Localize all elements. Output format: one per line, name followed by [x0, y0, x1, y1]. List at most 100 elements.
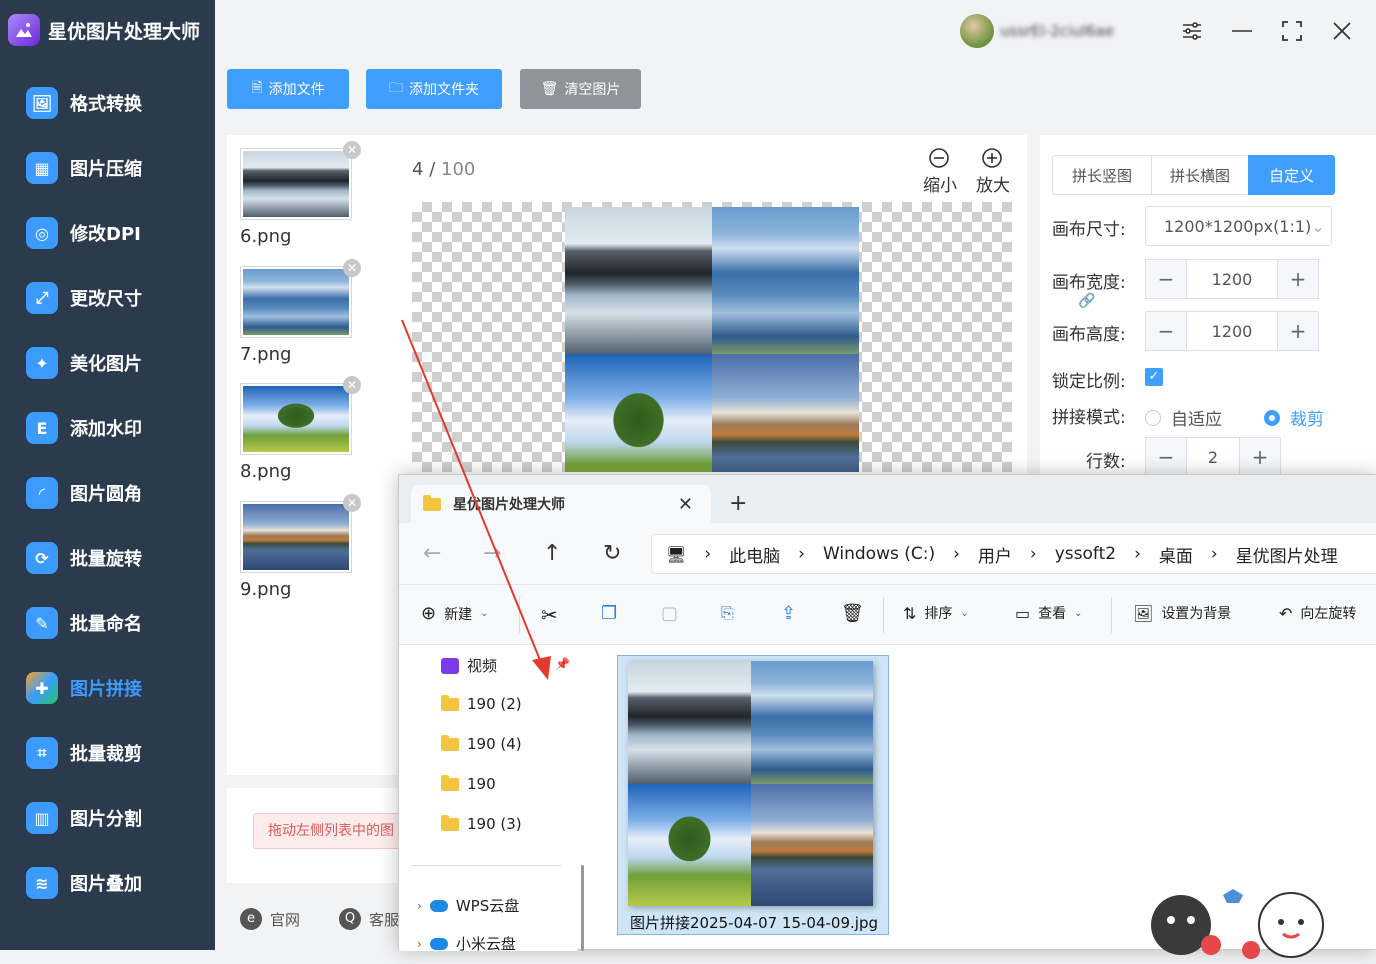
minimize-icon[interactable] — [1227, 16, 1257, 46]
new-tab-icon[interactable]: + — [729, 491, 747, 516]
forward-arrow-icon[interactable]: → — [483, 541, 501, 566]
sidebar-item-10[interactable]: ⌗ 批量裁剪 — [0, 728, 215, 778]
breadcrumb-item[interactable]: 用户 — [978, 542, 1012, 567]
refresh-icon[interactable]: ↻ — [603, 541, 621, 566]
share-icon[interactable]: ⇪ — [781, 603, 796, 624]
file-item-selected[interactable]: 图片拼接2025-04-07 15-04-09.jpg — [617, 655, 889, 935]
height-stepper[interactable]: − 1200 + — [1145, 311, 1319, 351]
mode-horizontal[interactable]: 拼长横图 — [1151, 155, 1249, 195]
mode-vertical[interactable]: 拼长竖图 — [1052, 155, 1152, 195]
tree-item-video[interactable]: 视频 — [441, 655, 497, 676]
explorer-tab[interactable]: 星优图片处理大师 ✕ — [411, 485, 711, 523]
rows-stepper[interactable]: − 2 + — [1145, 437, 1281, 477]
page-separator: / — [429, 159, 436, 180]
cut-icon[interactable]: ✂ — [541, 603, 558, 627]
increase-button[interactable]: + — [1278, 312, 1318, 350]
customer-service-link[interactable]: Q 客服 — [339, 908, 399, 930]
sidebar-item-5[interactable]: E 添加水印 — [0, 403, 215, 453]
folder-icon — [441, 814, 459, 831]
radio-adaptive[interactable]: 自适应 — [1145, 405, 1222, 430]
sidebar-item-12[interactable]: ≋ 图片叠加 — [0, 858, 215, 908]
close-icon[interactable] — [1327, 16, 1357, 46]
remove-icon[interactable]: ✕ — [343, 141, 361, 159]
tree-item-wps[interactable]: › WPS云盘 — [417, 895, 519, 916]
canvas-size-select[interactable]: 1200*1200px(1:1) ⌄ — [1145, 206, 1332, 246]
mascot-illustration — [1141, 880, 1371, 960]
decrease-button[interactable]: − — [1146, 260, 1186, 298]
zoom-out-button[interactable]: 缩小 — [923, 147, 957, 196]
sidebar-item-7[interactable]: ⟳ 批量旋转 — [0, 533, 215, 583]
close-tab-icon[interactable]: ✕ — [678, 494, 693, 515]
tree-item-folder[interactable]: 190 (4) — [441, 734, 522, 753]
sidebar-item-9[interactable]: ✚ 图片拼接 — [0, 663, 215, 713]
rename-icon[interactable]: ⎘ — [721, 603, 734, 623]
copy-icon[interactable]: ❐ — [601, 603, 617, 624]
pin-icon[interactable]: 📌 — [555, 657, 570, 671]
breadcrumb-item[interactable]: 桌面 — [1159, 542, 1193, 567]
breadcrumb-item[interactable]: 此电脑 — [729, 542, 780, 567]
list-item[interactable]: ✕ 6.png — [240, 141, 361, 247]
sidebar-item-2[interactable]: ◎ 修改DPI — [0, 208, 215, 258]
sidebar-item-0[interactable]: 🖼 格式转换 — [0, 78, 215, 128]
tree-item-mi-cloud[interactable]: › 小米云盘 — [417, 933, 516, 954]
breadcrumb[interactable]: 🖥 › 此电脑 › Windows (C:) › 用户 › yssoft2 › 桌面 › 星… — [651, 534, 1376, 574]
link-icon[interactable]: 🔗 — [1078, 293, 1095, 309]
increase-button[interactable]: + — [1240, 438, 1280, 476]
rows-input[interactable]: 2 — [1186, 438, 1240, 476]
sidebar-item-4[interactable]: ✦ 美化图片 — [0, 338, 215, 388]
back-arrow-icon[interactable]: ← — [423, 541, 441, 566]
remove-icon[interactable]: ✕ — [343, 376, 361, 394]
official-site-link[interactable]: e 官网 — [240, 908, 300, 930]
wallpaper-icon: 🖼 — [1133, 603, 1154, 623]
increase-button[interactable]: + — [1278, 260, 1318, 298]
list-item[interactable]: ✕ 8.png — [240, 376, 361, 482]
tree-item-folder[interactable]: 190 (2) — [441, 694, 522, 713]
folder-icon — [423, 494, 441, 511]
decrease-button[interactable]: − — [1146, 312, 1186, 350]
radio-crop[interactable]: 裁剪 — [1264, 405, 1324, 430]
sidebar-item-1[interactable]: ▦ 图片压缩 — [0, 143, 215, 193]
list-item[interactable]: ✕ 9.png — [240, 494, 361, 600]
tab-title: 星优图片处理大师 — [453, 497, 565, 513]
width-stepper[interactable]: − 1200 + — [1145, 259, 1319, 299]
decrease-button[interactable]: − — [1146, 438, 1186, 476]
sidebar-item-11[interactable]: ▥ 图片分割 — [0, 793, 215, 843]
view-label: 查看 — [1038, 606, 1067, 622]
breadcrumb-item[interactable]: yssoft2 — [1055, 544, 1116, 564]
remove-icon[interactable]: ✕ — [343, 259, 361, 277]
crop-icon: ⌗ — [26, 737, 58, 769]
zoom-in-button[interactable]: 放大 — [976, 147, 1010, 196]
new-button[interactable]: ⊕ 新建 ⌄ — [421, 603, 488, 624]
width-input[interactable]: 1200 — [1186, 260, 1278, 298]
chevron-right-icon: › — [417, 936, 422, 951]
height-input[interactable]: 1200 — [1186, 312, 1278, 350]
up-arrow-icon[interactable]: ↑ — [543, 541, 561, 566]
mode-custom[interactable]: 自定义 — [1248, 155, 1335, 195]
add-folder-button[interactable]: 🗀 添加文件夹 — [366, 69, 502, 109]
set-background-button[interactable]: 🖼 设置为背景 — [1133, 603, 1231, 623]
maximize-icon[interactable] — [1277, 16, 1307, 46]
rotate-left-button[interactable]: ↶ 向左旋转 — [1279, 603, 1356, 623]
tree-item-folder[interactable]: 190 (3) — [441, 814, 522, 833]
avatar[interactable] — [960, 14, 994, 48]
paste-icon[interactable]: ▢ — [661, 603, 678, 624]
delete-icon[interactable]: 🗑 — [841, 603, 864, 624]
sidebar-item-3[interactable]: ⤢ 更改尺寸 — [0, 273, 215, 323]
canvas-preview[interactable] — [412, 202, 1012, 472]
lock-ratio-checkbox[interactable]: ✓ — [1145, 368, 1163, 386]
user-profile[interactable]: ussrEl-2ciul6ae — [960, 14, 1150, 48]
canvas-size-value: 1200*1200px(1:1) — [1164, 216, 1312, 236]
breadcrumb-item[interactable]: Windows (C:) — [823, 544, 935, 564]
list-item[interactable]: ✕ 7.png — [240, 259, 361, 365]
scrollbar[interactable] — [581, 865, 584, 951]
add-file-button[interactable]: 🗎 添加文件 — [227, 69, 349, 109]
sort-button[interactable]: ⇅ 排序 ⌄ — [903, 603, 969, 623]
clear-images-button[interactable]: 🗑 清空图片 — [520, 69, 641, 109]
sidebar-item-8[interactable]: ✎ 批量命名 — [0, 598, 215, 648]
tree-item-folder[interactable]: 190 — [441, 774, 496, 793]
breadcrumb-item[interactable]: 星优图片处理 — [1236, 542, 1338, 567]
sidebar-item-6[interactable]: ◜ 图片圆角 — [0, 468, 215, 518]
remove-icon[interactable]: ✕ — [343, 494, 361, 512]
view-button[interactable]: ▭ 查看 ⌄ — [1015, 603, 1083, 623]
settings-icon[interactable] — [1177, 16, 1207, 46]
